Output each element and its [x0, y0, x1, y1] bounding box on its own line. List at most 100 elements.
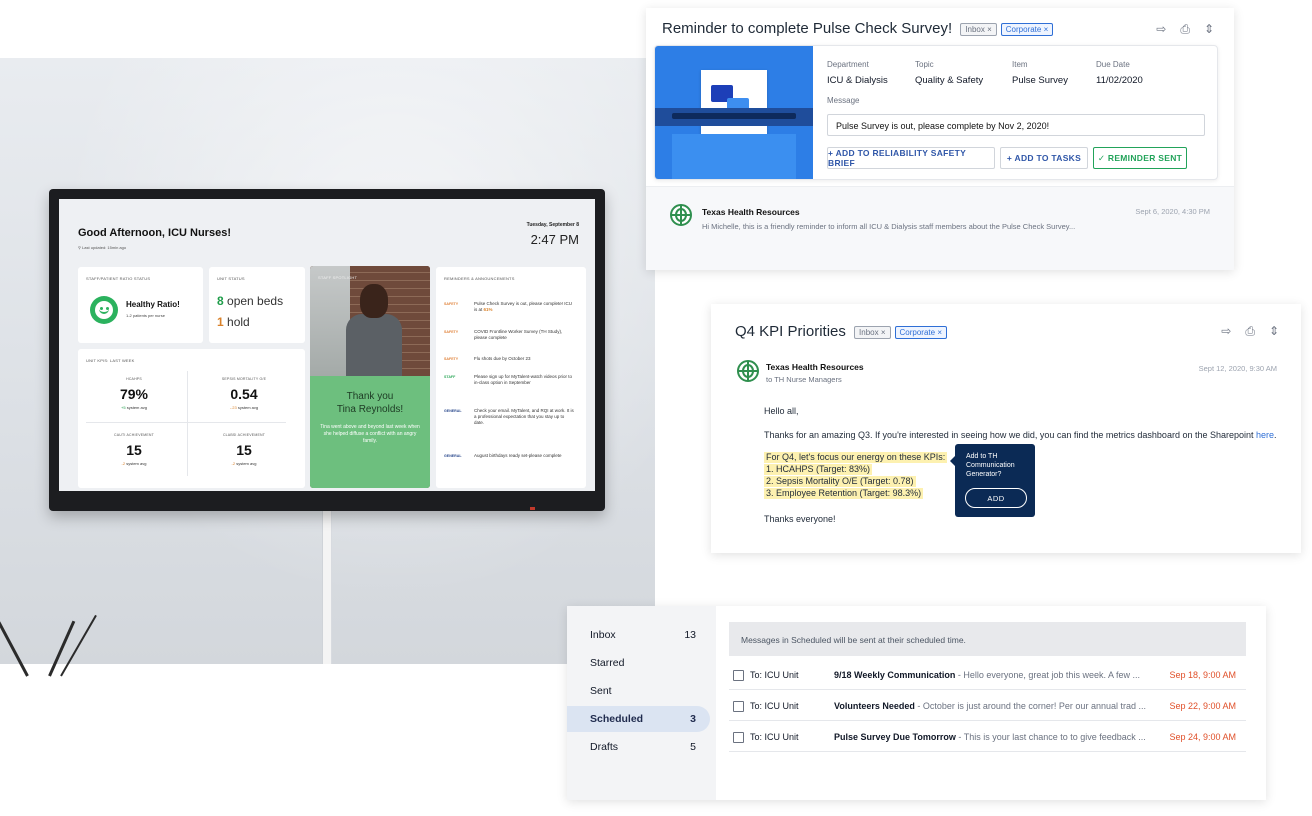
- print-icon[interactable]: ⎙: [1245, 324, 1255, 339]
- paragraph-text: Thanks for an amazing Q3. If you're inte…: [764, 430, 1254, 440]
- highlighted-kpi-line[interactable]: 1. HCAHPS (Target: 83%): [764, 464, 873, 475]
- dashboard-date: Tuesday, September 8: [526, 222, 579, 228]
- row-checkbox[interactable]: [733, 670, 744, 681]
- sidebar-item-label: Scheduled: [590, 713, 644, 725]
- dashboard-time: 2:47 PM: [530, 232, 579, 247]
- sidebar-item-count: 5: [690, 741, 696, 753]
- expand-icon[interactable]: ⇕: [1204, 22, 1214, 37]
- spotlight-message: Thank you Tina Reynolds! Tina went above…: [310, 376, 430, 488]
- smiley-eye: [106, 307, 109, 310]
- add-to-tasks-button[interactable]: + ADD TO TASKS: [1000, 147, 1088, 169]
- field-label-due-date: Due Date: [1096, 60, 1130, 69]
- scheduled-row[interactable]: To: ICU Unit 9/18 Weekly Communication -…: [729, 662, 1246, 690]
- scheduled-row[interactable]: To: ICU Unit Volunteers Needed - October…: [729, 693, 1246, 721]
- scheduled-mail-panel: Inbox 13 Starred Sent Scheduled 3 Drafts…: [567, 606, 1266, 800]
- unit-card-heading: UNIT STATUS: [217, 276, 245, 281]
- forward-icon[interactable]: ⇨: [1221, 324, 1231, 339]
- kpi-label: CLABSI ACHIEVEMENT: [222, 433, 266, 437]
- highlighted-kpi-line[interactable]: For Q4, let's focus our energy on these …: [764, 452, 948, 463]
- reminders-card: REMINDERS & ANNOUNCEMENTS SAFETY Pulse C…: [436, 267, 586, 488]
- reminder-text: Check your email. MyTalent, and RQI at w…: [474, 408, 574, 425]
- org-globe-icon: [737, 360, 759, 382]
- kpi-delta-suffix: system avg: [126, 405, 147, 410]
- recipient-line: to TH Nurse Managers: [766, 375, 842, 384]
- hold-count: 1: [217, 315, 224, 329]
- add-to-safety-brief-button[interactable]: + ADD TO RELIABILITY SAFETY BRIEF: [827, 147, 995, 169]
- label-chip-inbox[interactable]: Inbox ×: [854, 325, 891, 339]
- email-subject: Q4 KPI Priorities Inbox × Corporate ×: [735, 323, 947, 340]
- sidebar-item-sent[interactable]: Sent: [567, 678, 710, 704]
- row-checkbox[interactable]: [733, 701, 744, 712]
- row-snippet: - October is just around the corner! Per…: [914, 701, 1146, 711]
- message-field[interactable]: Pulse Survey is out, please complete by …: [827, 114, 1205, 136]
- kpi-label: SEPSIS MORTALITY O/E: [221, 377, 267, 381]
- kpi-delta-value: +5: [121, 405, 126, 410]
- kpi-value: 15: [236, 442, 252, 458]
- row-subject: Pulse Survey Due Tomorrow - This is your…: [834, 732, 1159, 742]
- row-recipient: To: ICU Unit: [750, 701, 799, 711]
- ballot-box-illustration: [655, 46, 813, 179]
- hold-label: hold: [227, 315, 250, 329]
- kpi-delta: -2 system avg: [80, 461, 188, 466]
- sidebar-item-drafts[interactable]: Drafts 5: [567, 734, 710, 760]
- field-label-topic: Topic: [915, 60, 934, 69]
- open-beds: 8 open beds: [217, 294, 283, 308]
- hold: 1 hold: [217, 315, 250, 329]
- kpi-label: CAUTI ACHIEVEMENT: [114, 433, 154, 437]
- row-checkbox[interactable]: [733, 732, 744, 743]
- reminder-text: COVID Frontline Worker Survey (TH Study)…: [474, 329, 563, 340]
- expand-icon[interactable]: ⇕: [1269, 324, 1279, 339]
- email-preview: Hi Michelle, this is a friendly reminder…: [702, 222, 1076, 231]
- email-thread-item[interactable]: Texas Health Resources Hi Michelle, this…: [646, 186, 1234, 270]
- sidebar-item-label: Inbox: [590, 629, 616, 641]
- smiley-icon: [90, 296, 118, 324]
- sidebar-item-inbox[interactable]: Inbox 13: [567, 622, 710, 648]
- field-value-department: ICU & Dialysis: [827, 75, 888, 86]
- print-icon[interactable]: ⎙: [1180, 22, 1190, 37]
- reminder-tag: SAFETY: [444, 330, 459, 334]
- mail-sidebar: Inbox 13 Starred Sent Scheduled 3 Drafts…: [567, 606, 716, 800]
- kpi-hcahps: HCAHPS 79% +5 system avg: [80, 377, 188, 410]
- scheduled-row[interactable]: To: ICU Unit Pulse Survey Due Tomorrow -…: [729, 724, 1246, 752]
- email-subject-text: Q4 KPI Priorities: [735, 323, 846, 340]
- field-label-item: Item: [1012, 60, 1028, 69]
- message-label: Message: [827, 96, 860, 105]
- kpi-delta-value: -2: [121, 461, 126, 466]
- staff-spotlight-card: STAFF SPOTLIGHT Thank you Tina Reynolds!…: [310, 266, 430, 488]
- email-signoff: Thanks everyone!: [764, 514, 836, 524]
- email-actions: ⇨ ⎙ ⇕: [1156, 22, 1214, 37]
- popup-add-button[interactable]: ADD: [965, 488, 1027, 508]
- ratio-detail: 1-2 patients per nurse: [126, 313, 165, 318]
- highlighted-kpi-line[interactable]: 2. Sepsis Mortality O/E (Target: 0.78): [764, 476, 916, 487]
- popup-prompt: Add to TH Communication Generator?: [966, 453, 1015, 478]
- reminder-highlight: 61%: [483, 307, 493, 312]
- forward-icon[interactable]: ⇨: [1156, 22, 1166, 37]
- reminders-heading: REMINDERS & ANNOUNCEMENTS: [444, 276, 515, 281]
- spotlight-title-line2: Tina Reynolds!: [336, 404, 404, 415]
- kpi-value: 15: [126, 442, 142, 458]
- label-chip-corporate[interactable]: Corporate ×: [1000, 22, 1054, 36]
- highlighted-kpi-line[interactable]: 3. Employee Retention (Target: 98.3%): [764, 488, 924, 499]
- kpi-delta-value: -.23: [229, 405, 237, 410]
- row-recipient: To: ICU Unit: [750, 732, 799, 742]
- communication-generator-popup: Add to TH Communication Generator? ADD: [950, 444, 1035, 517]
- row-subject: Volunteers Needed - October is just arou…: [834, 701, 1159, 711]
- reminder-text: Pulse Check Survey is out, please comple…: [474, 301, 574, 313]
- kpi-cauti: CAUTI ACHIEVEMENT 15 -2 system avg: [80, 433, 188, 466]
- kpi-delta-suffix: system avg: [237, 405, 259, 410]
- kpi-label: HCAHPS: [126, 377, 142, 381]
- row-send-time: Sep 22, 9:00 AM: [1169, 701, 1236, 711]
- sharepoint-link[interactable]: here: [1256, 430, 1274, 440]
- kpi-delta: -.23 system avg: [190, 405, 298, 410]
- sidebar-item-starred[interactable]: Starred: [567, 650, 710, 676]
- kpi-delta: +5 system avg: [80, 405, 188, 410]
- label-chip-inbox[interactable]: Inbox ×: [960, 22, 997, 36]
- label-chip-corporate[interactable]: Corporate ×: [894, 325, 947, 339]
- dashboard-greeting: Good Afternoon, ICU Nurses!: [78, 227, 231, 239]
- photo-person-torso: [346, 314, 402, 376]
- reminder-sent-button[interactable]: ✓ REMINDER SENT: [1093, 147, 1187, 169]
- email-timestamp: Sept 6, 2020, 4:30 PM: [1135, 207, 1210, 216]
- row-snippet: - Hello everyone, great job this week. A…: [955, 670, 1140, 680]
- sidebar-item-scheduled[interactable]: Scheduled 3: [567, 706, 710, 732]
- org-globe-icon: [670, 204, 692, 226]
